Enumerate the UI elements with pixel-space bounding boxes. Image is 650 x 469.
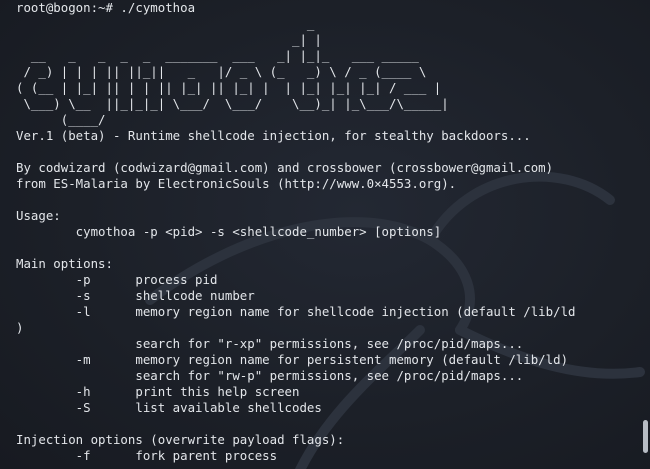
option-line: -f fork parent process (16, 448, 278, 463)
banner-line: _ (16, 16, 315, 31)
option-line: -s shellcode number (16, 288, 255, 303)
injection-options-heading: Injection options (overwrite payload fla… (16, 432, 345, 447)
usage-heading: Usage: (16, 208, 61, 223)
option-line: search for "r-xp" permissions, see /proc… (16, 336, 524, 351)
banner-line: ( (__ | |_| || | | || |_| || |_| | | |_|… (16, 80, 442, 95)
option-line: -h print this help screen (16, 384, 300, 399)
option-line: -m memory region name for persistent mem… (16, 352, 569, 367)
usage-line: cymothoa -p <pid> -s <shellcode_number> … (16, 224, 442, 239)
terminal-window[interactable]: root@bogon:~# ./cymothoa _ _| | __ _ _ _… (0, 0, 650, 469)
main-options-heading: Main options: (16, 256, 113, 271)
origin-line: from ES-Malaria by ElectronicSouls (http… (16, 176, 457, 191)
banner-line: \___) \__ ||_|_|_| \___/ \___/ \__)_| |_… (16, 96, 449, 111)
command-prompt: root@bogon:~# ./cymothoa (16, 0, 196, 15)
option-line: -S list available shellcodes (16, 400, 322, 415)
option-line: search for "rw-p" permissions, see /proc… (16, 368, 524, 383)
vertical-scrollbar[interactable] (636, 0, 650, 469)
version-line: Ver.1 (beta) - Runtime shellcode injecti… (16, 128, 531, 143)
option-line: ) (16, 320, 24, 335)
terminal-output: root@bogon:~# ./cymothoa _ _| | __ _ _ _… (16, 0, 576, 464)
banner-line: (____/ (16, 112, 106, 127)
option-line: -p process pid (16, 272, 218, 287)
authors-line: By codwizard (codwizard@gmail.com) and c… (16, 160, 554, 175)
banner-line: __ _ _ _ _ _______ ___ _| |_|_ ___ _____ (16, 48, 419, 63)
scrollbar-thumb[interactable] (643, 420, 648, 453)
banner-line: _| | (16, 32, 322, 47)
option-line: -l memory region name for shellcode inje… (16, 304, 576, 319)
banner-line: / _) | | | || ||_|| _ |/ _ \ (_ _) \ / _… (16, 64, 427, 79)
